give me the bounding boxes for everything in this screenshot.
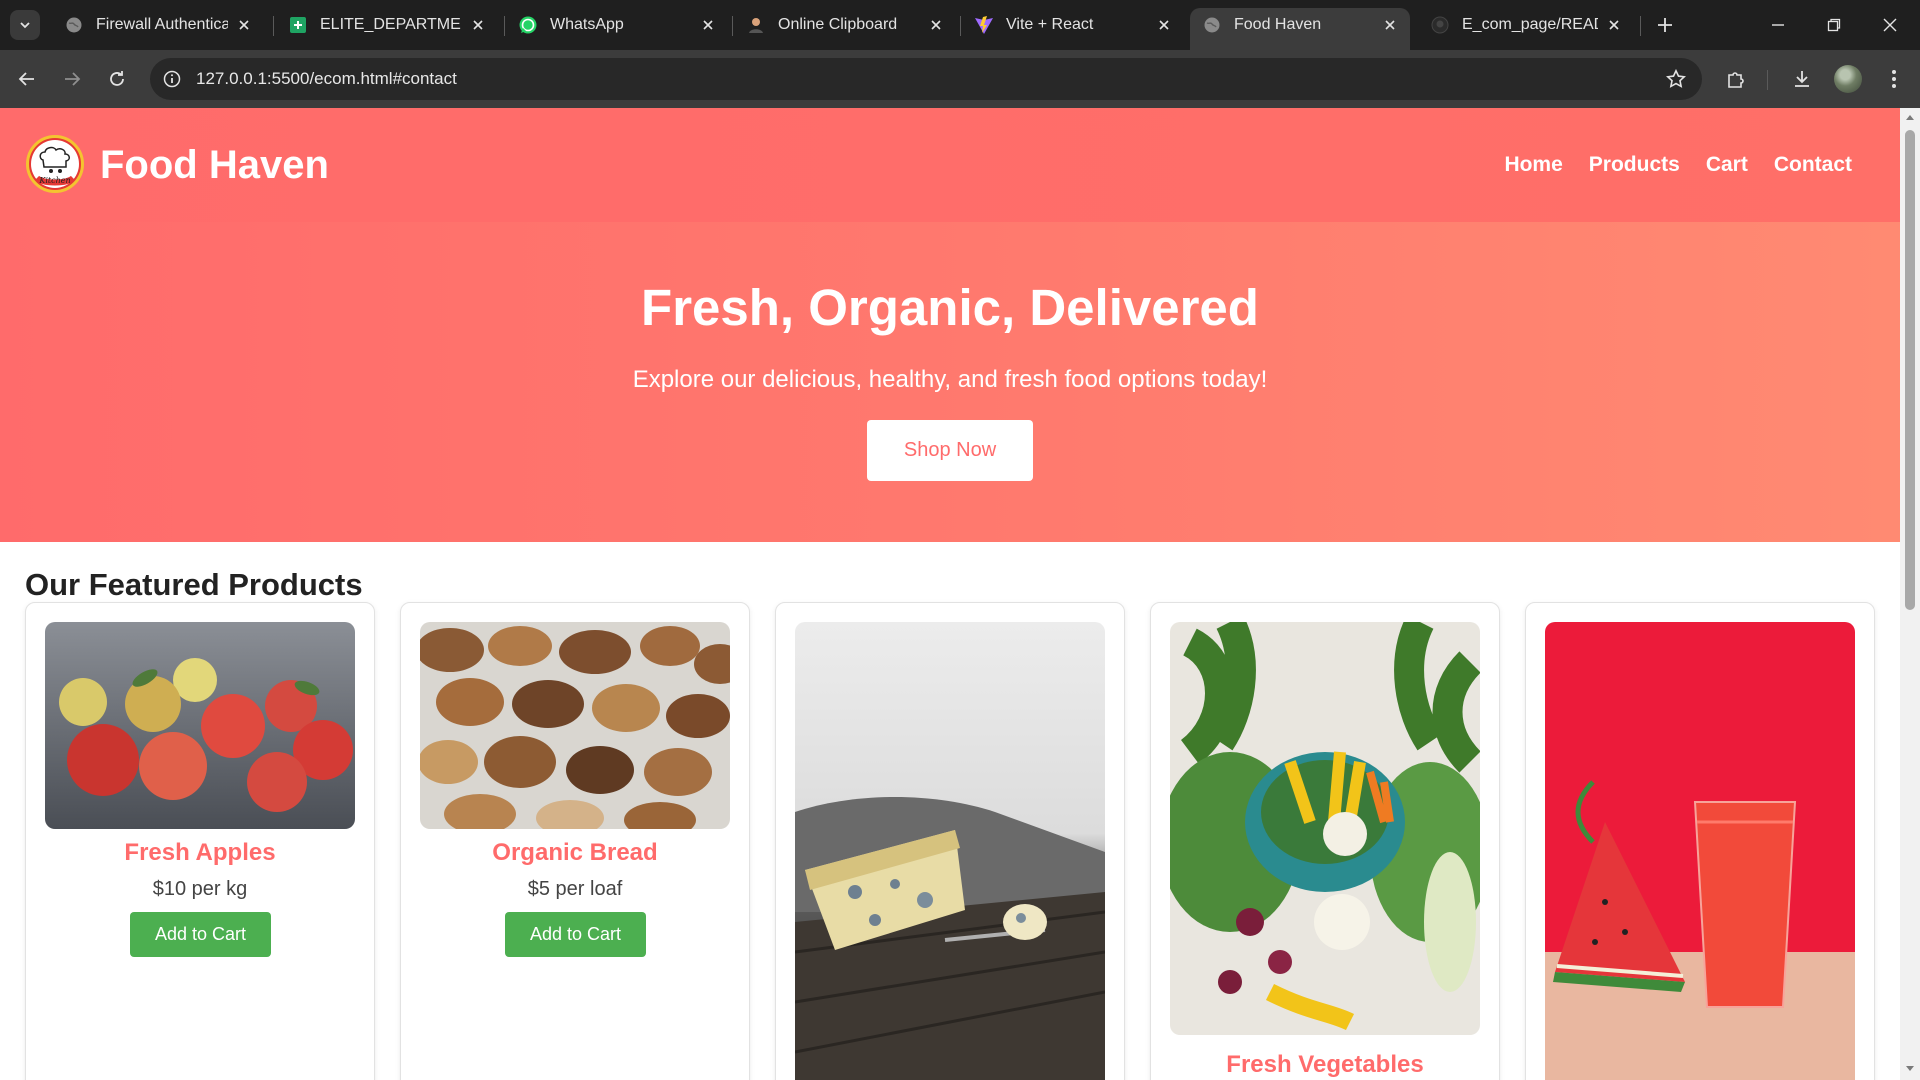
- extensions-button[interactable]: [1720, 63, 1752, 95]
- browser-toolbar: 127.0.0.1:5500/ecom.html#contact: [0, 50, 1920, 108]
- nav-link-home[interactable]: Home: [1504, 153, 1562, 177]
- globe-icon: [1202, 15, 1222, 35]
- downloads-button[interactable]: [1786, 63, 1818, 95]
- page-viewport: Kitchen Food Haven Home Products Cart Co…: [0, 108, 1900, 1080]
- url-text[interactable]: 127.0.0.1:5500/ecom.html#contact: [196, 69, 457, 89]
- more-vertical-icon: [1892, 70, 1896, 88]
- logo-text: Kitchen: [38, 176, 70, 185]
- hero-title: Fresh, Organic, Delivered: [641, 279, 1259, 336]
- add-to-cart-button[interactable]: Add to Cart: [130, 912, 271, 957]
- scroll-thumb[interactable]: [1905, 130, 1915, 610]
- tab-divider: [273, 16, 274, 36]
- product-card-vegetables: Fresh Vegetables: [1150, 602, 1500, 1080]
- scroll-up-icon[interactable]: [1905, 112, 1915, 122]
- close-icon[interactable]: [468, 15, 488, 35]
- scroll-down-icon[interactable]: [1905, 1064, 1915, 1074]
- restore-icon: [1827, 18, 1841, 32]
- close-icon[interactable]: [1380, 15, 1400, 35]
- arrow-left-icon: [18, 72, 34, 86]
- tab-title: ELITE_DEPARTMENTW: [320, 16, 462, 33]
- hero-banner: Fresh, Organic, Delivered Explore our de…: [0, 222, 1900, 542]
- browser-tab-bar: Firewall Authenticatio ELITE_DEPARTMENTW…: [0, 0, 1920, 50]
- nav-link-products[interactable]: Products: [1589, 153, 1680, 177]
- site-header: Kitchen Food Haven Home Products Cart Co…: [0, 108, 1900, 222]
- nav-link-contact[interactable]: Contact: [1774, 153, 1852, 177]
- tab-title: Food Haven: [1234, 16, 1322, 33]
- page-scrollbar[interactable]: [1900, 108, 1920, 1080]
- tab-divider: [504, 16, 505, 36]
- vegetables-photo: [1170, 622, 1480, 1035]
- tab-whatsapp[interactable]: WhatsApp: [506, 8, 728, 42]
- vite-icon: [974, 15, 994, 35]
- minimize-button[interactable]: [1758, 10, 1798, 40]
- restore-button[interactable]: [1814, 10, 1854, 40]
- address-bar[interactable]: 127.0.0.1:5500/ecom.html#contact: [150, 58, 1702, 100]
- tab-divider: [960, 16, 961, 36]
- back-button[interactable]: [11, 63, 43, 95]
- watermelon-juice-photo: [1545, 622, 1855, 1080]
- hero-subtitle: Explore our delicious, healthy, and fres…: [632, 366, 1268, 393]
- reload-button[interactable]: [101, 63, 133, 95]
- product-card-bread: Organic Bread $5 per loaf Add to Cart: [400, 602, 750, 1080]
- close-icon[interactable]: [1154, 15, 1174, 35]
- cheese-photo: [795, 622, 1105, 1080]
- product-name[interactable]: Fresh Apples: [26, 839, 374, 867]
- bread-photo: [420, 622, 730, 829]
- product-card-apples: Fresh Apples $10 per kg Add to Cart: [25, 602, 375, 1080]
- site-info-icon[interactable]: [160, 67, 184, 91]
- sheets-icon: [288, 15, 308, 35]
- whatsapp-icon: [518, 15, 538, 35]
- tab-title: Online Clipboard: [778, 16, 898, 33]
- chevron-down-icon: [20, 22, 30, 29]
- tab-food-haven[interactable]: Food Haven: [1190, 8, 1410, 50]
- browser-menu-button[interactable]: [1878, 63, 1910, 95]
- tab-title: WhatsApp: [550, 16, 624, 33]
- tab-online-clipboard[interactable]: Online Clipboard: [734, 8, 956, 42]
- bookmark-star-icon[interactable]: [1664, 67, 1688, 91]
- apples-photo: [45, 622, 355, 829]
- tab-github-readme[interactable]: E_com_page/READM: [1418, 8, 1634, 42]
- tab-divider: [1640, 16, 1641, 36]
- product-card-watermelon-juice: [1525, 602, 1875, 1080]
- new-tab-button[interactable]: [1652, 12, 1678, 38]
- download-icon: [1795, 71, 1809, 87]
- product-price: $5 per loaf: [527, 878, 623, 900]
- tab-vite-react[interactable]: Vite + React: [962, 8, 1184, 42]
- tab-title: E_com_page/READM: [1462, 16, 1598, 33]
- close-icon: [1883, 18, 1897, 32]
- user-icon: [746, 15, 766, 35]
- product-name[interactable]: Fresh Vegetables: [1151, 1051, 1499, 1079]
- globe-icon: [64, 15, 84, 35]
- arrow-right-icon: [65, 72, 81, 86]
- tab-divider: [732, 16, 733, 36]
- tab-title: Firewall Authenticatio: [96, 16, 228, 33]
- close-icon[interactable]: [926, 15, 946, 35]
- profile-avatar[interactable]: [1834, 65, 1862, 93]
- github-icon: [1430, 15, 1450, 35]
- tab-elite-department[interactable]: ELITE_DEPARTMENTW: [276, 8, 498, 42]
- brand-name[interactable]: Food Haven: [100, 143, 329, 188]
- minimize-icon: [1772, 24, 1784, 26]
- close-icon[interactable]: [234, 15, 254, 35]
- product-price: $10 per kg: [152, 878, 248, 900]
- close-icon[interactable]: [698, 15, 718, 35]
- add-to-cart-button[interactable]: Add to Cart: [505, 912, 646, 957]
- main-nav: Home Products Cart Contact: [1504, 153, 1852, 177]
- plus-icon: [1658, 18, 1672, 32]
- toolbar-divider: [1767, 70, 1768, 90]
- close-icon[interactable]: [1604, 15, 1624, 35]
- tab-search-button[interactable]: [10, 10, 40, 40]
- forward-button[interactable]: [56, 63, 88, 95]
- tab-firewall[interactable]: Firewall Authenticatio: [52, 8, 264, 42]
- product-card-cheese: [775, 602, 1125, 1080]
- reload-icon: [110, 71, 124, 86]
- shop-now-button[interactable]: Shop Now: [867, 420, 1033, 481]
- product-name[interactable]: Organic Bread: [401, 839, 749, 867]
- tab-title: Vite + React: [1006, 16, 1094, 33]
- nav-link-cart[interactable]: Cart: [1706, 153, 1748, 177]
- puzzle-icon: [1728, 72, 1744, 88]
- kitchen-logo[interactable]: Kitchen: [26, 135, 84, 193]
- close-window-button[interactable]: [1870, 10, 1910, 40]
- featured-products-heading: Our Featured Products: [25, 567, 363, 602]
